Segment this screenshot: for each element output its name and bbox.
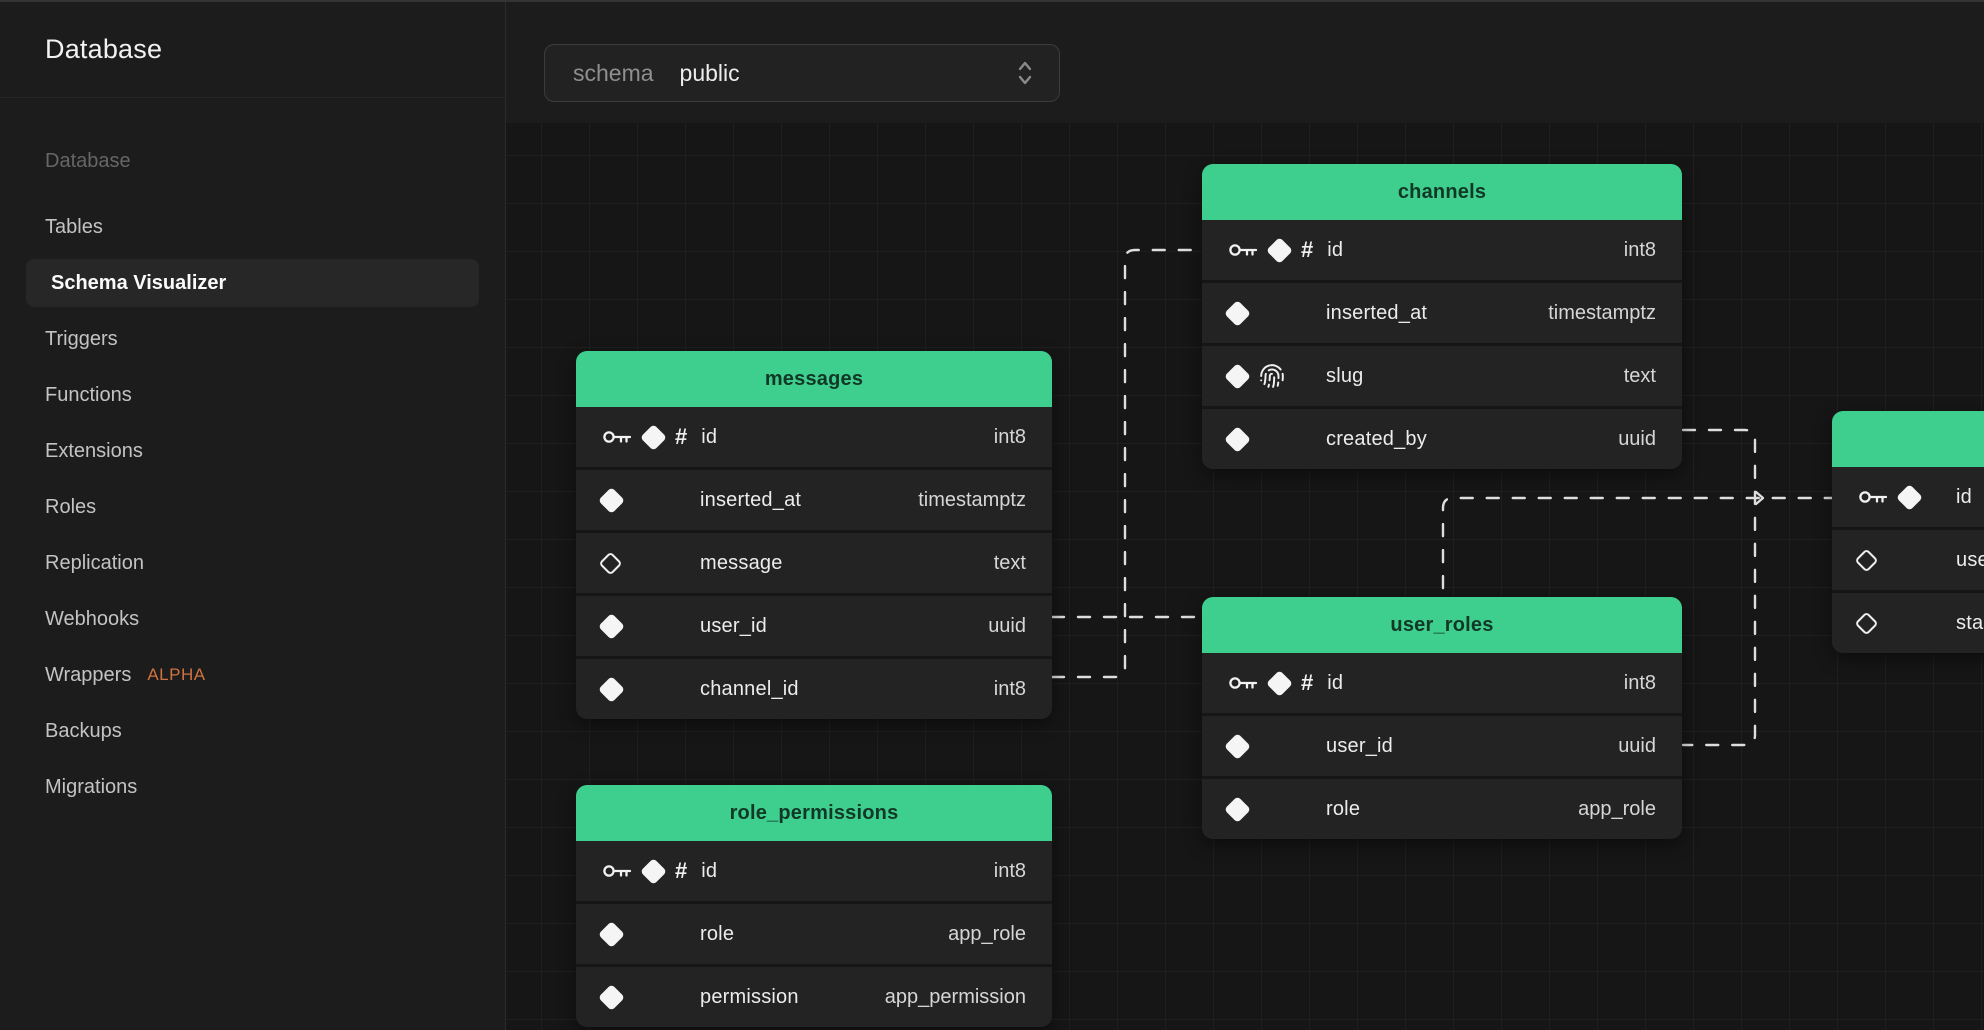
primary-key-icon	[1228, 242, 1258, 259]
not-null-diamond-icon	[598, 487, 625, 514]
not-null-diamond-icon	[1896, 484, 1923, 511]
number-type-icon	[675, 424, 687, 450]
table-title: messages	[765, 368, 863, 391]
not-null-diamond-icon	[598, 921, 625, 948]
nullable-diamond-icon	[1854, 611, 1878, 635]
chevron-up-down-icon	[1013, 58, 1037, 88]
not-null-diamond-icon	[640, 858, 667, 885]
table-row: id	[1832, 467, 1984, 527]
table-header	[1832, 411, 1984, 467]
table-title: channels	[1398, 181, 1486, 204]
table-row: permission app_permission	[576, 964, 1052, 1027]
sidebar-item-replication[interactable]: Replication	[20, 535, 485, 591]
table-body: id int8 user_id uuid role app_role	[1202, 653, 1682, 839]
table-row: role app_role	[576, 901, 1052, 964]
table-row: id int8	[1202, 220, 1682, 280]
schema-select-dropdown[interactable]: schema public	[544, 44, 1060, 102]
not-null-diamond-icon	[1224, 426, 1251, 453]
unique-fingerprint-icon	[1259, 363, 1285, 389]
table-row: id int8	[576, 841, 1052, 901]
not-null-diamond-icon	[598, 984, 625, 1011]
table-body: id int8 inserted_at timestamptz slug tex…	[1202, 220, 1682, 469]
table-header: user_roles	[1202, 597, 1682, 653]
primary-key-icon	[1858, 489, 1888, 506]
table-body: id int8 role app_role permission app_per…	[576, 841, 1052, 1027]
sidebar-item-wrappers[interactable]: Wrappers ALPHA	[20, 647, 485, 703]
table-row: user_id uuid	[1202, 713, 1682, 776]
not-null-diamond-icon	[1224, 733, 1251, 760]
table-header: messages	[576, 351, 1052, 407]
nullable-diamond-icon	[1854, 548, 1878, 572]
table-node-messages[interactable]: messages id int8 inserted_at timestamptz…	[576, 351, 1052, 719]
table-row: sta	[1832, 590, 1984, 653]
sidebar-header: Database	[0, 2, 505, 98]
table-row: slug text	[1202, 343, 1682, 406]
table-node-role-permissions[interactable]: role_permissions id int8 role app_role p…	[576, 785, 1052, 1027]
edge-channels-created-by-to-user-roles-user-id	[1683, 430, 1755, 745]
page-title: Database	[45, 34, 162, 65]
not-null-diamond-icon	[598, 676, 625, 703]
table-row: channel_id int8	[576, 656, 1052, 719]
primary-key-icon	[602, 429, 632, 446]
table-body: id int8 inserted_at timestamptz message …	[576, 407, 1052, 719]
primary-key-icon	[1228, 675, 1258, 692]
edge-messages-channel-id-to-channels-id	[1052, 250, 1202, 677]
sidebar-item-extensions[interactable]: Extensions	[20, 423, 485, 479]
table-node-partial-right[interactable]: id use sta	[1832, 411, 1984, 653]
sidebar-item-roles[interactable]: Roles	[20, 479, 485, 535]
alpha-badge: ALPHA	[147, 665, 205, 685]
not-null-diamond-icon	[1266, 670, 1293, 697]
table-row: use	[1832, 527, 1984, 590]
not-null-diamond-icon	[1224, 363, 1251, 390]
table-row: id int8	[1202, 653, 1682, 713]
sidebar-section-label: Database	[20, 150, 485, 173]
not-null-diamond-icon	[1224, 300, 1251, 327]
number-type-icon	[1301, 670, 1313, 696]
not-null-diamond-icon	[598, 613, 625, 640]
nullable-diamond-icon	[598, 551, 622, 575]
number-type-icon	[675, 858, 687, 884]
table-row: user_id uuid	[576, 593, 1052, 656]
sidebar-item-webhooks[interactable]: Webhooks	[20, 591, 485, 647]
table-row: inserted_at timestamptz	[576, 467, 1052, 530]
schema-visualizer-page: Database Database Tables Schema Visualiz…	[0, 0, 1984, 1030]
table-body: id use sta	[1832, 467, 1984, 653]
table-title: role_permissions	[730, 802, 899, 825]
table-row: message text	[576, 530, 1052, 593]
table-node-channels[interactable]: channels id int8 inserted_at timestamptz…	[1202, 164, 1682, 469]
table-row: created_by uuid	[1202, 406, 1682, 469]
not-null-diamond-icon	[640, 424, 667, 451]
toolbar: schema public	[507, 2, 1984, 123]
schema-select-value: public	[680, 60, 1013, 87]
sidebar-item-triggers[interactable]: Triggers	[20, 311, 485, 367]
not-null-diamond-icon	[1266, 237, 1293, 264]
table-header: channels	[1202, 164, 1682, 220]
sidebar: Database Database Tables Schema Visualiz…	[0, 2, 506, 1030]
schema-select-label: schema	[573, 60, 654, 87]
not-null-diamond-icon	[1224, 796, 1251, 823]
table-header: role_permissions	[576, 785, 1052, 841]
table-row: id int8	[576, 407, 1052, 467]
sidebar-item-backups[interactable]: Backups	[20, 703, 485, 759]
table-node-user-roles[interactable]: user_roles id int8 user_id uuid role app…	[1202, 597, 1682, 839]
sidebar-nav: Database Tables Schema Visualizer Trigge…	[0, 98, 505, 815]
table-row: inserted_at timestamptz	[1202, 280, 1682, 343]
number-type-icon	[1301, 237, 1313, 263]
primary-key-icon	[602, 863, 632, 880]
sidebar-item-functions[interactable]: Functions	[20, 367, 485, 423]
table-title: user_roles	[1390, 614, 1493, 637]
sidebar-item-migrations[interactable]: Migrations	[20, 759, 485, 815]
table-row: role app_role	[1202, 776, 1682, 839]
schema-canvas[interactable]: channels id int8 inserted_at timestamptz…	[506, 123, 1984, 1030]
sidebar-item-schema-visualizer[interactable]: Schema Visualizer	[26, 259, 479, 307]
sidebar-item-tables[interactable]: Tables	[20, 199, 485, 255]
